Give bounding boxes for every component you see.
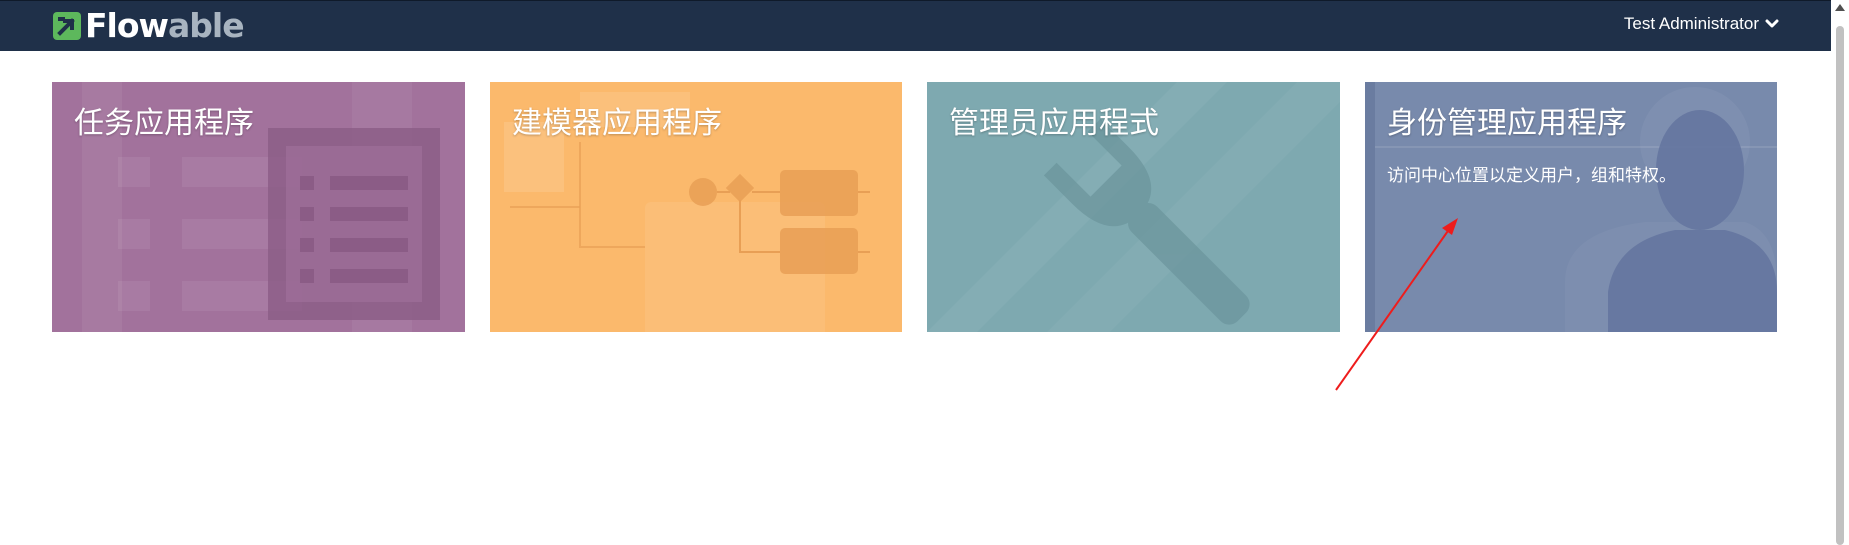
tile-admin-app[interactable]: 管理员应用程式 [927,82,1340,332]
scrollbar-thumb[interactable] [1836,26,1844,545]
tile-title: 管理员应用程式 [949,106,1159,141]
scroll-up-arrow-icon[interactable] [1835,4,1845,11]
tile-title: 建模器应用程序 [512,106,722,141]
logo-wordmark: Flowable [85,6,245,45]
tile-description: 访问中心位置以定义用户，组和特权。 [1387,166,1676,186]
vertical-scrollbar[interactable] [1831,0,1849,545]
user-menu-dropdown[interactable]: Test Administrator [1624,14,1779,34]
user-name-label: Test Administrator [1623,14,1759,33]
tile-title: 任务应用程序 [74,106,254,141]
tile-title: 身份管理应用程序 [1387,106,1627,141]
tile-task-app[interactable]: 任务应用程序 [52,82,465,332]
logo-text-able: able [168,6,245,45]
logo-text-flow: Flow [85,6,169,45]
flowable-logo[interactable]: Flowable [52,6,245,45]
top-navigation-bar: Flowable Test Administrator [0,0,1831,51]
tile-identity-management-app[interactable]: 身份管理应用程序 访问中心位置以定义用户，组和特权。 [1365,82,1777,332]
flowable-logo-icon [53,12,81,40]
tile-modeler-app[interactable]: 建模器应用程序 [490,82,902,332]
chevron-down-icon [1765,19,1779,28]
